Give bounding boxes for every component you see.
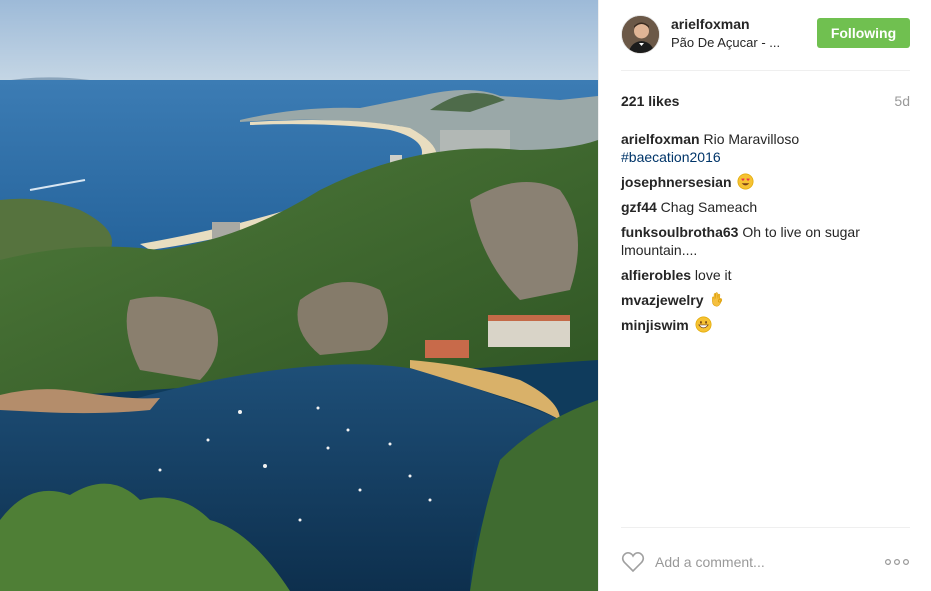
comment-item: gzf44 Chag Sameach: [621, 198, 910, 216]
photo-rio-de-janeiro-aerial: [0, 0, 598, 591]
likes-count[interactable]: 221 likes: [621, 93, 679, 109]
comment-text: love it: [691, 267, 732, 283]
post-location[interactable]: Pão De Açucar - ...: [671, 35, 780, 50]
like-heart-icon[interactable]: [621, 551, 645, 573]
comment-author[interactable]: alfierobles: [621, 267, 691, 283]
add-comment-input[interactable]: [655, 550, 870, 574]
comment-text: [732, 174, 736, 190]
comment-item: funksoulbrotha63 Oh to live on sugar lmo…: [621, 223, 910, 259]
comment-author[interactable]: minjiswim: [621, 317, 689, 333]
comment-item: josephnersesian: [621, 173, 910, 191]
more-options-icon[interactable]: [884, 556, 910, 568]
hashtag-link[interactable]: #baecation2016: [621, 148, 910, 166]
comment-text: [689, 317, 693, 333]
caption: arielfoxman Rio Maravilloso #baecation20…: [621, 130, 910, 166]
post-username[interactable]: arielfoxman: [671, 16, 750, 32]
post-age[interactable]: 5d: [894, 93, 910, 109]
ok-hand-emoji-icon: [712, 292, 723, 307]
post-stats: 221 likes 5d: [621, 93, 910, 111]
heart-eyes-emoji-icon: [737, 173, 754, 190]
post-details-panel: arielfoxman Pão De Açucar - ... Followin…: [598, 0, 931, 591]
caption-text: Rio Maravilloso: [699, 131, 800, 147]
comment-author[interactable]: arielfoxman: [621, 131, 700, 147]
comment-item: alfierobles love it: [621, 266, 910, 284]
comment-item: mvazjewelry: [621, 291, 910, 309]
comment-text: [704, 292, 708, 308]
comment-author[interactable]: gzf44: [621, 199, 657, 215]
post-photo[interactable]: [0, 0, 598, 591]
comment-author[interactable]: mvazjewelry: [621, 292, 704, 308]
grinning-emoji-icon: [695, 316, 712, 333]
avatar[interactable]: [621, 15, 660, 54]
comment-author[interactable]: josephnersesian: [621, 174, 732, 190]
post-header: arielfoxman Pão De Açucar - ... Followin…: [621, 13, 910, 71]
comment-text: Chag Sameach: [656, 199, 758, 215]
comment-item: minjiswim: [621, 316, 910, 334]
post-footer: [621, 527, 910, 591]
comment-list: arielfoxman Rio Maravilloso #baecation20…: [621, 130, 910, 341]
following-button[interactable]: Following: [817, 18, 910, 48]
comment-author[interactable]: funksoulbrotha63: [621, 224, 738, 240]
